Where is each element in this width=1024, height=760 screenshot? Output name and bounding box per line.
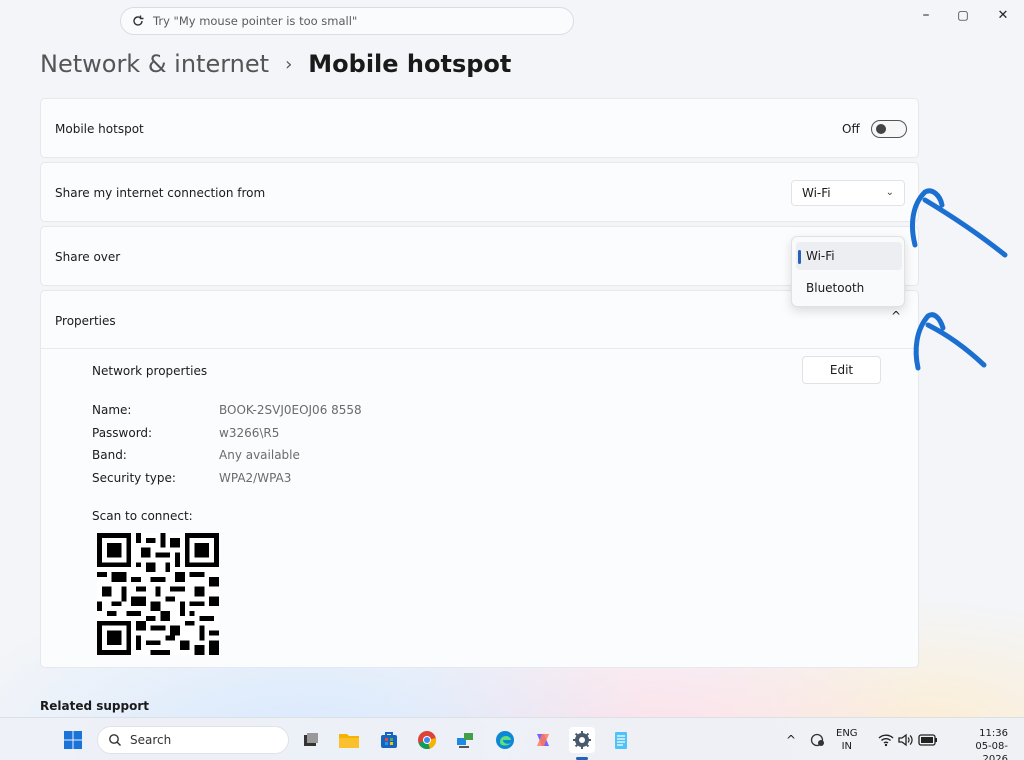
taskbar-search-label: Search (130, 733, 172, 747)
band-key: Band: (92, 448, 127, 462)
edge-icon[interactable] (492, 727, 518, 753)
share-over-card: Share over (40, 226, 919, 286)
hotspot-toggle[interactable] (871, 120, 907, 138)
security-type-key: Security type: (92, 471, 176, 485)
properties-label: Properties (55, 314, 116, 328)
name-key: Name: (92, 403, 132, 417)
chevron-down-icon: ⌄ (885, 187, 894, 198)
qr-code (97, 533, 219, 655)
wifi-option-label: Wi-Fi (806, 249, 835, 263)
file-explorer-icon[interactable] (336, 727, 362, 753)
language-label: ENG (836, 728, 858, 739)
password-key: Password: (92, 426, 153, 440)
mobile-hotspot-card: Mobile hotspot Off (40, 98, 919, 158)
properties-header[interactable]: Properties ^ (41, 291, 918, 349)
share-over-option-bluetooth[interactable]: Bluetooth (796, 274, 902, 302)
share-over-label: Share over (55, 250, 121, 264)
input-language-indicator[interactable]: ENG IN (836, 727, 858, 753)
task-view-icon[interactable] (298, 727, 324, 753)
breadcrumb-parent[interactable]: Network & internet (40, 50, 269, 78)
store-icon[interactable] (376, 727, 402, 753)
share-over-option-wifi[interactable]: Wi-Fi (796, 242, 902, 270)
chevron-right-icon: › (285, 53, 293, 75)
notepad-icon[interactable] (608, 727, 634, 753)
chevron-up-icon[interactable]: ^ (891, 309, 901, 323)
windows-logo-icon (64, 731, 82, 749)
mobile-hotspot-label: Mobile hotspot (55, 122, 144, 136)
scan-label: Scan to connect: (92, 509, 193, 523)
start-button[interactable] (60, 727, 86, 753)
minimize-button[interactable]: – (908, 4, 944, 26)
region-label: IN (841, 741, 852, 752)
show-hidden-icons-chevron-icon[interactable]: ^ (778, 727, 804, 753)
copilot-icon[interactable] (530, 727, 556, 753)
band-value: Any available (219, 448, 300, 462)
share-from-card: Share my internet connection from Wi-Fi … (40, 162, 919, 222)
search-icon (109, 734, 121, 746)
password-value: w3266\R5 (219, 426, 280, 440)
page-title: Mobile hotspot (308, 50, 512, 78)
security-type-value: WPA2/WPA3 (219, 471, 292, 485)
battery-icon[interactable] (915, 727, 941, 753)
name-value: BOOK-2SVJ0EOJ06 8558 (219, 403, 362, 417)
search-refresh-icon (133, 15, 144, 26)
taskbar: Search ^ ENG IN 11:36 05-08-2026 (0, 717, 1024, 760)
settings-app-icon[interactable] (569, 727, 595, 753)
breadcrumb: Network & internet › Mobile hotspot (40, 50, 511, 78)
share-from-value: Wi-Fi (802, 186, 831, 200)
edit-button[interactable]: Edit (802, 356, 881, 384)
minimize-icon: – (922, 7, 930, 23)
share-from-dropdown[interactable]: Wi-Fi ⌄ (791, 180, 905, 206)
network-properties-label: Network properties (92, 364, 208, 378)
close-button[interactable]: ✕ (985, 4, 1021, 26)
maximize-button[interactable]: ▢ (945, 4, 981, 26)
hotspot-state-label: Off (842, 122, 860, 136)
clock[interactable]: 11:36 05-08-2026 (950, 727, 1008, 760)
share-over-dropdown-menu: Wi-Fi Bluetooth (791, 236, 905, 307)
maximize-icon: ▢ (957, 8, 969, 22)
close-icon: ✕ (997, 7, 1009, 23)
share-from-label: Share my internet connection from (55, 186, 266, 200)
location-status-icon[interactable] (805, 727, 831, 753)
related-support-heading: Related support (40, 699, 149, 713)
edit-label: Edit (829, 363, 854, 377)
bluetooth-option-label: Bluetooth (806, 281, 865, 295)
search-placeholder: Try "My mouse pointer is too small" (153, 14, 358, 28)
clock-date: 05-08-2026 (975, 741, 1008, 760)
settings-search-box[interactable]: Try "My mouse pointer is too small" (120, 7, 574, 35)
chrome-icon[interactable] (414, 727, 440, 753)
clock-time: 11:36 (979, 728, 1008, 739)
toggle-knob (876, 124, 886, 134)
taskbar-search[interactable]: Search (97, 726, 289, 754)
network-app-icon[interactable] (452, 727, 478, 753)
